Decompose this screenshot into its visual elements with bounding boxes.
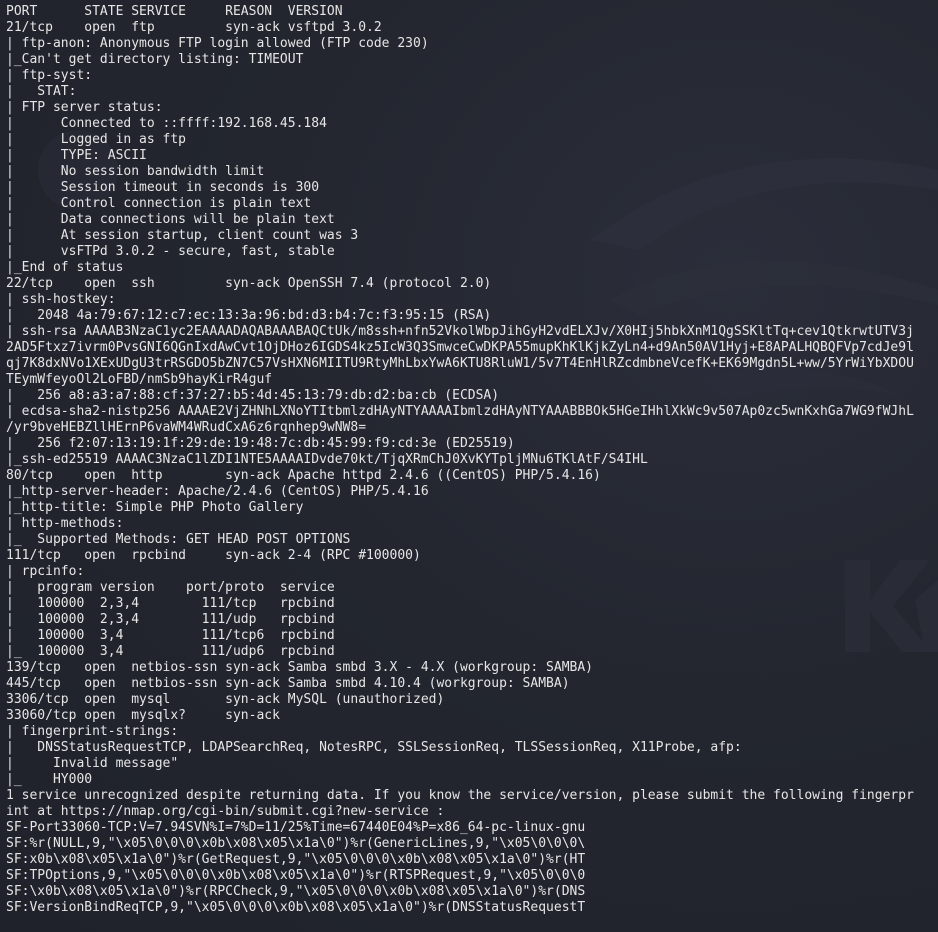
terminal-line: | DNSStatusRequestTCP, LDAPSearchReq, No… xyxy=(6,740,742,755)
nmap-scan-output[interactable]: PORT STATE SERVICE REASON VERSION 21/tcp … xyxy=(0,0,938,916)
terminal-line: PORT STATE SERVICE REASON VERSION xyxy=(6,4,343,19)
terminal-window[interactable]: PORT STATE SERVICE REASON VERSION 21/tcp … xyxy=(0,0,938,932)
terminal-line: SF:%r(NULL,9,"\x05\0\0\0\x0b\x08\x05\x1a… xyxy=(6,836,586,851)
terminal-line: | http-methods: xyxy=(6,516,124,531)
terminal-line: SF-Port33060-TCP:V=7.94SVN%I=7%D=11/25%T… xyxy=(6,820,586,835)
terminal-line: | STAT: xyxy=(6,84,77,99)
terminal-line: | Logged in as ftp xyxy=(6,132,187,147)
terminal-line: | TYPE: ASCII xyxy=(6,148,147,163)
terminal-line: SF:x0b\x08\x05\x1a\0")%r(GetRequest,9,"\… xyxy=(6,852,586,867)
terminal-line: |_ HY000 xyxy=(6,772,93,787)
terminal-line: 1 service unrecognized despite returning… xyxy=(6,788,914,803)
terminal-line: /yr9bveHEBZllHErnP6vaWM4WRudCxA6z6rqnhep… xyxy=(6,420,367,435)
terminal-line: | ftp-syst: xyxy=(6,68,93,83)
terminal-line: | At session startup, client count was 3 xyxy=(6,228,359,243)
terminal-line: | 256 f2:07:13:19:1f:29:de:19:48:7c:db:4… xyxy=(6,436,515,451)
terminal-line: | 100000 2,3,4 111/udp rpcbind xyxy=(6,612,335,627)
terminal-line: |_Can't get directory listing: TIMEOUT xyxy=(6,52,304,67)
terminal-line: |_ssh-ed25519 AAAAC3NzaC1lZDI1NTE5AAAAID… xyxy=(6,452,648,467)
terminal-line: qj7K8dxNVo1XExUDgU3trRSGDO5bZN7C57VsHXN6… xyxy=(6,356,914,371)
terminal-line: | fingerprint-strings: xyxy=(6,724,179,739)
terminal-line: |_http-title: Simple PHP Photo Gallery xyxy=(6,500,304,515)
terminal-line: 21/tcp open ftp syn-ack vsftpd 3.0.2 xyxy=(6,20,382,35)
terminal-line: 80/tcp open http syn-ack Apache httpd 2.… xyxy=(6,468,601,483)
terminal-line: | Invalid message" xyxy=(6,756,179,771)
terminal-line: | 100000 2,3,4 111/tcp rpcbind xyxy=(6,596,335,611)
terminal-line: | No session bandwidth limit xyxy=(6,164,265,179)
terminal-line: 445/tcp open netbios-ssn syn-ack Samba s… xyxy=(6,676,570,691)
terminal-line: | ftp-anon: Anonymous FTP login allowed … xyxy=(6,36,429,51)
terminal-line: SF:VersionBindReqTCP,9,"\x05\0\0\0\x0b\x… xyxy=(6,900,586,915)
terminal-line: | rpcinfo: xyxy=(6,564,85,579)
terminal-line: | Connected to ::ffff:192.168.45.184 xyxy=(6,116,327,131)
terminal-line: TEymWfeyoOl2LoFBD/nmSb9hayKirR4guf xyxy=(6,372,273,387)
terminal-line: 22/tcp open ssh syn-ack OpenSSH 7.4 (pro… xyxy=(6,276,492,291)
terminal-line: 33060/tcp open mysqlx? syn-ack xyxy=(6,708,280,723)
terminal-line: | Control connection is plain text xyxy=(6,196,312,211)
terminal-line: | FTP server status: xyxy=(6,100,163,115)
terminal-line: | 256 a8:a3:a7:88:cf:37:27:b5:4d:45:13:7… xyxy=(6,388,500,403)
terminal-line: 139/tcp open netbios-ssn syn-ack Samba s… xyxy=(6,660,593,675)
terminal-line: | 100000 3,4 111/tcp6 rpcbind xyxy=(6,628,335,643)
terminal-line: 111/tcp open rpcbind syn-ack 2-4 (RPC #1… xyxy=(6,548,421,563)
terminal-line: SF:\x0b\x08\x05\x1a\0")%r(RPCCheck,9,"\x… xyxy=(6,884,586,899)
terminal-line: | program version port/proto service xyxy=(6,580,335,595)
terminal-line: int at https://nmap.org/cgi-bin/submit.c… xyxy=(6,804,445,819)
terminal-line: SF:TPOptions,9,"\x05\0\0\0\x0b\x08\x05\x… xyxy=(6,868,586,883)
terminal-line: | ssh-rsa AAAAB3NzaC1yc2EAAAADAQABAAABAQ… xyxy=(6,324,914,339)
terminal-line: 3306/tcp open mysql syn-ack MySQL (unaut… xyxy=(6,692,445,707)
terminal-line: | ecdsa-sha2-nistp256 AAAAE2VjZHNhLXNoYT… xyxy=(6,404,914,419)
terminal-line: | vsFTPd 3.0.2 - secure, fast, stable xyxy=(6,244,335,259)
terminal-line: | Session timeout in seconds is 300 xyxy=(6,180,320,195)
terminal-line: |_http-server-header: Apache/2.4.6 (Cent… xyxy=(6,484,429,499)
terminal-line: 2AD5Ftxz7ivrm0PvsGNI6QGnIxdAwCvt1OjDHoz6… xyxy=(6,340,914,355)
terminal-line: |_ Supported Methods: GET HEAD POST OPTI… xyxy=(6,532,351,547)
terminal-line: | Data connections will be plain text xyxy=(6,212,335,227)
terminal-line: | 2048 4a:79:67:12:c7:ec:13:3a:96:bd:d3:… xyxy=(6,308,492,323)
terminal-line: |_ 100000 3,4 111/udp6 rpcbind xyxy=(6,644,335,659)
terminal-line: | ssh-hostkey: xyxy=(6,292,116,307)
terminal-line: |_End of status xyxy=(6,260,124,275)
